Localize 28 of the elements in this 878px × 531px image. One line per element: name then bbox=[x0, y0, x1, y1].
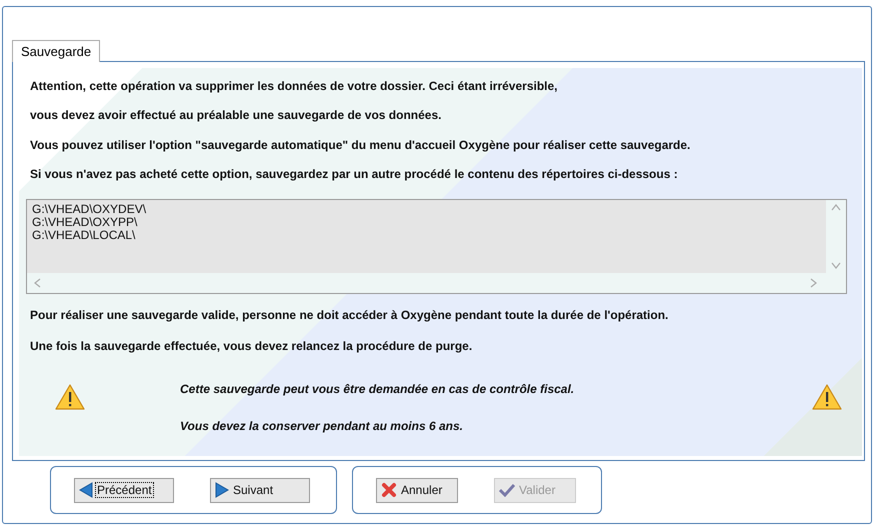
instruction-text: Attention, cette opération va supprimer les données de votre dossier. Ceci étant irréversible, bbox=[30, 79, 558, 95]
scroll-right-icon[interactable] bbox=[810, 278, 818, 288]
horizontal-scrollbar[interactable] bbox=[27, 273, 846, 294]
cross-icon bbox=[381, 482, 397, 498]
vertical-scrollbar[interactable] bbox=[826, 200, 846, 274]
directory-list[interactable]: G:\VHEAD\OXYDEV\ G:\VHEAD\OXYPP\ G:\VHEAD\LOCAL\ bbox=[26, 198, 847, 294]
instruction-text: Vous pouvez utiliser l'option "sauvegarde automatique" du menu d'accueil Oxygène pour réaliser cette sauvegarde. bbox=[30, 138, 692, 154]
cancel-button[interactable]: Annuler bbox=[376, 478, 458, 502]
warning-text: Vous devez la conserver pendant au moins 6 ans. bbox=[180, 419, 464, 436]
warning-icon bbox=[812, 384, 842, 410]
instruction-text: vous devez avoir effectué au préalable une sauvegarde de vos données. bbox=[30, 108, 442, 124]
tab[interactable]: Sauvegarde bbox=[12, 40, 100, 62]
warning-text: Cette sauvegarde peut vous être demandée en cas de contrôle fiscal. bbox=[180, 382, 576, 398]
directory-item[interactable]: G:\VHEAD\LOCAL\ bbox=[32, 228, 821, 242]
scroll-down-icon[interactable] bbox=[831, 262, 841, 270]
scroll-left-icon[interactable] bbox=[33, 278, 41, 288]
instruction-text: Pour réaliser une sauvegarde valide, personne ne doit accéder à Oxygène pendant toute la durée de l'opération. bbox=[30, 308, 670, 324]
right-arrow-icon bbox=[215, 482, 229, 498]
checkmark-icon bbox=[499, 483, 515, 497]
left-arrow-icon bbox=[79, 482, 93, 498]
directory-item[interactable]: G:\VHEAD\OXYDEV\ bbox=[32, 202, 821, 216]
instruction-text: Si vous n'avez pas acheté cette option, sauvegardez par un autre procédé le contenu des répertoires ci-dessous : bbox=[30, 167, 679, 184]
warning-icon bbox=[55, 384, 85, 410]
scroll-up-icon[interactable] bbox=[831, 202, 841, 211]
directory-item[interactable]: G:\VHEAD\OXYPP\ bbox=[32, 216, 821, 229]
instruction-text: Une fois la sauvegarde effectuée, vous devez relancez la procédure de purge. bbox=[30, 339, 474, 356]
back-button[interactable]: Précédent bbox=[74, 478, 174, 502]
next-button[interactable]: Suivant bbox=[210, 478, 310, 502]
